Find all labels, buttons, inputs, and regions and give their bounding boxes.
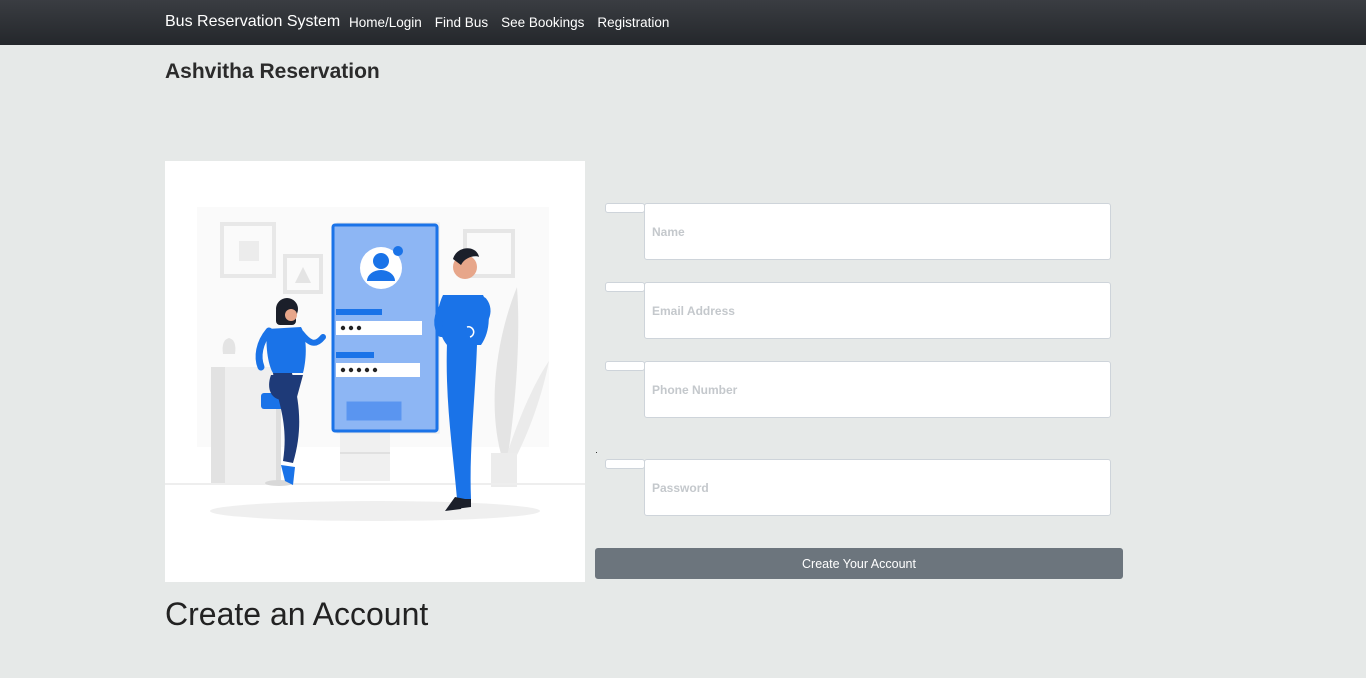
page-heading: Create an Account bbox=[165, 596, 429, 632]
nav-link-see-bookings[interactable]: See Bookings bbox=[501, 15, 584, 30]
nav-link-registration[interactable]: Registration bbox=[597, 15, 669, 30]
nav-link-find-bus[interactable]: Find Bus bbox=[435, 15, 488, 30]
navbar-brand[interactable]: Bus Reservation System bbox=[165, 13, 340, 31]
stray-dot bbox=[596, 452, 597, 453]
phone-input[interactable] bbox=[644, 361, 1111, 418]
password-input[interactable] bbox=[644, 459, 1111, 516]
nav-links: Home/Login Find Bus See Bookings Registr… bbox=[349, 15, 682, 30]
signup-illustration bbox=[165, 161, 585, 582]
name-field-label bbox=[605, 203, 645, 213]
name-input[interactable] bbox=[644, 203, 1111, 260]
phone-field-label bbox=[605, 361, 645, 371]
create-account-button[interactable]: Create Your Account bbox=[595, 548, 1123, 579]
nav-link-home-login[interactable]: Home/Login bbox=[349, 15, 422, 30]
email-field-label bbox=[605, 282, 645, 292]
site-subtitle: Ashvitha Reservation bbox=[165, 60, 380, 83]
email-input[interactable] bbox=[644, 282, 1111, 339]
password-field-label bbox=[605, 459, 645, 469]
navbar: Bus Reservation System Home/Login Find B… bbox=[0, 0, 1366, 45]
